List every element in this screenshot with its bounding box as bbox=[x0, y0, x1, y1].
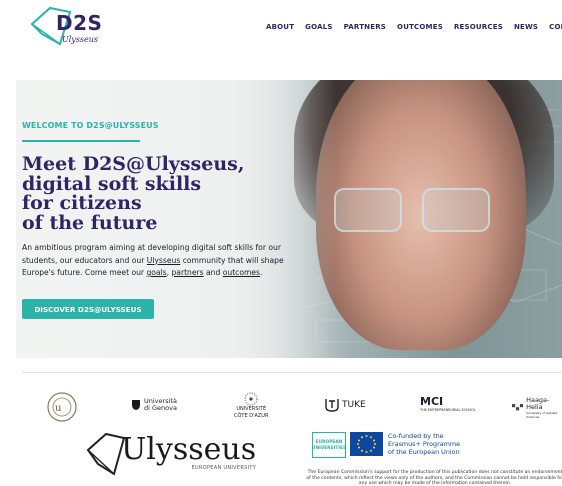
mci-label: MCI bbox=[420, 395, 444, 408]
erasmus-line-3: of the European Union bbox=[388, 448, 460, 456]
eu-flag-icon bbox=[350, 432, 383, 456]
ulysseus-wordmark: Ulysseus bbox=[121, 432, 257, 467]
cote-azur-star-icon bbox=[244, 392, 258, 406]
partner-genova[interactable]: Università di Genova bbox=[131, 398, 177, 412]
logo-title: D2S bbox=[56, 11, 103, 35]
blurb-line-1: An ambitious program aiming at developin… bbox=[22, 243, 281, 252]
goals-link[interactable]: goals bbox=[146, 268, 166, 277]
cote-line-2: CÔTE D'AZUR bbox=[234, 412, 269, 419]
nav-resources[interactable]: RESOURCES bbox=[454, 23, 503, 31]
discover-button[interactable]: DISCOVER D2S@ULYSSEUS bbox=[22, 299, 154, 319]
tuke-label: TUKE bbox=[342, 399, 366, 410]
hero-description: An ambitious program aiming at developin… bbox=[22, 242, 290, 280]
svg-text:u: u bbox=[55, 403, 62, 414]
mci-sublabel: THE ENTREPRENEURIAL SCHOOL bbox=[420, 408, 476, 412]
partner-haaga-helia[interactable]: Haaga-Helia University of Applied Scienc… bbox=[512, 397, 562, 419]
partner-seal-logo[interactable]: u bbox=[46, 391, 78, 423]
nav-contact[interactable]: CONTAC bbox=[549, 23, 562, 31]
nav-partners[interactable]: PARTNERS bbox=[344, 23, 386, 31]
ulysseus-text: Ulysseus EUROPEAN UNIVERSITY bbox=[121, 432, 257, 472]
eu-disclaimer: The European Commission's support for th… bbox=[306, 470, 562, 486]
tuke-icon bbox=[325, 399, 339, 412]
partner-cote-azur[interactable]: UNIVERSITÉ CÔTE D'AZUR bbox=[234, 392, 268, 419]
headline-line-3: for citizens bbox=[22, 192, 142, 214]
hero-eyebrow-underline bbox=[22, 140, 140, 142]
genova-shield-icon bbox=[132, 400, 140, 410]
haaga-text: Haaga-Helia University of Applied Scienc… bbox=[526, 396, 562, 420]
haaga-sublabel: University of Applied Sciences bbox=[526, 411, 558, 419]
hero-eyebrow: WELCOME TO D2S@ULYSSEUS bbox=[22, 121, 159, 130]
blurb-text: and bbox=[203, 268, 223, 277]
outcomes-link[interactable]: outcomes bbox=[223, 268, 260, 277]
partner-tuke[interactable]: TUKE bbox=[325, 398, 366, 412]
haaga-label: Haaga-Helia bbox=[526, 396, 550, 411]
partners-link[interactable]: partners bbox=[171, 268, 203, 277]
partner-mci[interactable]: MCI THE ENTREPRENEURIAL SCHOOL bbox=[420, 396, 476, 412]
logo-subtitle: Ulysseus bbox=[62, 35, 99, 44]
ulysseus-mark-icon bbox=[86, 432, 126, 476]
blurb-text: students, our educators and our bbox=[22, 255, 147, 265]
genova-line-2: di Genova bbox=[144, 404, 177, 412]
main-nav: ABOUT GOALS PARTNERS OUTCOMES RESOURCES … bbox=[266, 23, 562, 31]
hero-banner: WELCOME TO D2S@ULYSSEUS Meet D2S@Ulysseu… bbox=[16, 80, 562, 358]
nav-about[interactable]: ABOUT bbox=[266, 23, 294, 31]
haaga-helia-icon bbox=[512, 404, 524, 411]
cote-line-1: UNIVERSITÉ bbox=[236, 406, 267, 412]
section-divider bbox=[22, 372, 562, 373]
erasmus-line-2: Erasmus+ Programme bbox=[388, 440, 461, 448]
d2s-logo[interactable]: D2S Ulysseus bbox=[26, 6, 106, 48]
nav-news[interactable]: NEWS bbox=[514, 23, 538, 31]
erasmus-text: Co-funded by the Erasmus+ Programme of t… bbox=[388, 432, 460, 456]
ulysseus-logo[interactable]: Ulysseus EUROPEAN UNIVERSITY bbox=[84, 430, 256, 476]
eu-universities-line-1: EUROPEAN bbox=[315, 439, 343, 445]
blurb-text: . bbox=[260, 268, 263, 277]
blurb-text: community that will shape bbox=[180, 255, 284, 265]
eu-universities-line-2: UNIVERSITIES bbox=[311, 445, 347, 451]
hero-headline: Meet D2S@Ulysseus, digital soft skills f… bbox=[22, 153, 282, 234]
nav-goals[interactable]: GOALS bbox=[305, 23, 332, 31]
erasmus-line-1: Co-funded by the bbox=[388, 432, 444, 440]
european-universities-logo[interactable]: EUROPEAN UNIVERSITIES bbox=[312, 432, 346, 458]
genova-text: Università di Genova bbox=[144, 398, 177, 412]
headline-line-1: Meet D2S@Ulysseus, bbox=[22, 153, 245, 175]
nav-outcomes[interactable]: OUTCOMES bbox=[397, 23, 443, 31]
blurb-text: Europe's future. Come meet our bbox=[22, 268, 147, 277]
headline-line-4: of the future bbox=[22, 211, 158, 234]
hero-photo-glasses bbox=[334, 188, 494, 234]
university-seal-icon: u bbox=[47, 392, 77, 422]
erasmus-cofunded-logo[interactable]: Co-funded by the Erasmus+ Programme of t… bbox=[350, 432, 460, 456]
ulysseus-link[interactable]: Ulysseus bbox=[147, 256, 181, 265]
